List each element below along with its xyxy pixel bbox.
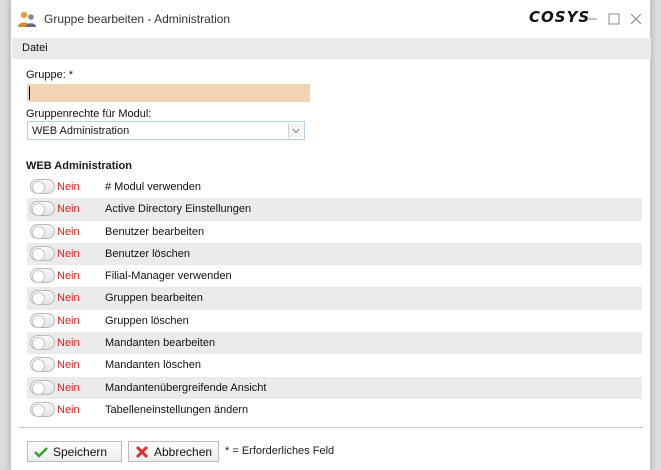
edit-group-window: Gruppe bearbeiten - Administration COSYS…: [10, 0, 651, 470]
module-select-value: WEB Administration: [32, 125, 130, 137]
permission-row: Nein Gruppen bearbeiten: [27, 287, 642, 310]
permission-toggle[interactable]: [30, 290, 55, 306]
text-cursor: [29, 86, 30, 100]
group-label: Gruppe: *: [26, 69, 74, 81]
users-icon: [18, 11, 36, 27]
permission-row: Nein Filial-Manager verwenden: [27, 265, 642, 287]
permission-toggle[interactable]: [30, 335, 55, 351]
cancel-button-label: Abbrechen: [154, 444, 213, 459]
permission-label: # Modul verwenden: [105, 181, 202, 193]
permission-row: Nein Gruppen löschen: [27, 310, 642, 332]
section-title: WEB Administration: [26, 160, 132, 172]
permission-toggle[interactable]: [30, 357, 55, 373]
permission-row: Nein Tabelleneinstellungen ändern: [27, 399, 642, 421]
minimize-icon[interactable]: [581, 8, 603, 30]
cancel-button[interactable]: Abbrechen: [128, 441, 219, 462]
chevron-down-icon[interactable]: [288, 123, 303, 138]
permission-row: Nein Benutzer bearbeiten: [27, 221, 642, 243]
permission-state: Nein: [57, 225, 80, 238]
save-button[interactable]: Speichern: [27, 441, 122, 462]
permission-label: Gruppen löschen: [105, 314, 189, 327]
menu-item-datei[interactable]: Datei: [22, 42, 48, 54]
permission-row: Nein Benutzer löschen: [27, 242, 642, 266]
permission-state: Nein: [57, 337, 80, 350]
permission-row: Nein Active Directory Einstellungen: [27, 198, 642, 221]
permission-state: Nein: [57, 270, 80, 283]
permission-state: Nein: [57, 181, 80, 193]
permission-label: Mandanten bearbeiten: [105, 337, 216, 350]
permission-state: Nein: [57, 359, 80, 372]
permission-toggle[interactable]: [30, 268, 55, 284]
permission-row: Nein # Modul verwenden: [27, 176, 642, 198]
permission-state: Nein: [57, 203, 80, 216]
maximize-icon[interactable]: [603, 8, 625, 30]
permission-toggle[interactable]: [30, 223, 55, 239]
permission-label: Benutzer löschen: [105, 247, 190, 260]
permission-toggle[interactable]: [30, 201, 55, 217]
permission-label: Mandanten löschen: [105, 359, 202, 372]
cross-icon: [135, 445, 149, 458]
module-select[interactable]: WEB Administration: [27, 121, 305, 140]
permission-toggle[interactable]: [30, 401, 55, 417]
group-name-input[interactable]: [27, 84, 310, 102]
permission-state: Nein: [57, 314, 80, 327]
permission-state: Nein: [57, 381, 80, 394]
permission-label: Active Directory Einstellungen: [105, 203, 252, 216]
footer-divider: [19, 427, 643, 428]
permission-row: Nein Mandanten löschen: [27, 354, 642, 376]
permission-label: Benutzer bearbeiten: [105, 225, 205, 238]
permission-state: Nein: [57, 247, 80, 260]
save-button-label: Speichern: [53, 444, 108, 459]
permission-label: Mandantenübergreifende Ansicht: [105, 381, 267, 394]
window-title: Gruppe bearbeiten - Administration: [44, 12, 231, 26]
permission-toggle[interactable]: [30, 179, 55, 194]
menu-bar: Datei: [12, 38, 651, 59]
checkmark-icon: [34, 446, 48, 458]
permission-toggle[interactable]: [30, 379, 55, 395]
close-icon[interactable]: [625, 8, 647, 30]
permission-state: Nein: [57, 403, 80, 416]
permission-state: Nein: [57, 292, 80, 305]
permission-row: Nein Mandanten bearbeiten: [27, 332, 642, 355]
permission-toggle[interactable]: [30, 245, 55, 261]
module-rights-label: Gruppenrechte für Modul:: [26, 108, 152, 120]
permission-label: Gruppen bearbeiten: [105, 292, 203, 305]
permission-label: Filial-Manager verwenden: [105, 270, 232, 283]
permission-row: Nein Mandantenübergreifende Ansicht: [27, 376, 642, 399]
permission-toggle[interactable]: [30, 312, 55, 328]
title-bar: Gruppe bearbeiten - Administration COSYS: [11, 0, 650, 38]
permission-label: Tabelleneinstellungen ändern: [105, 403, 249, 416]
required-field-note: * = Erforderliches Feld: [225, 445, 335, 457]
permission-list: Nein # Modul verwenden Nein Active Direc…: [27, 176, 642, 421]
